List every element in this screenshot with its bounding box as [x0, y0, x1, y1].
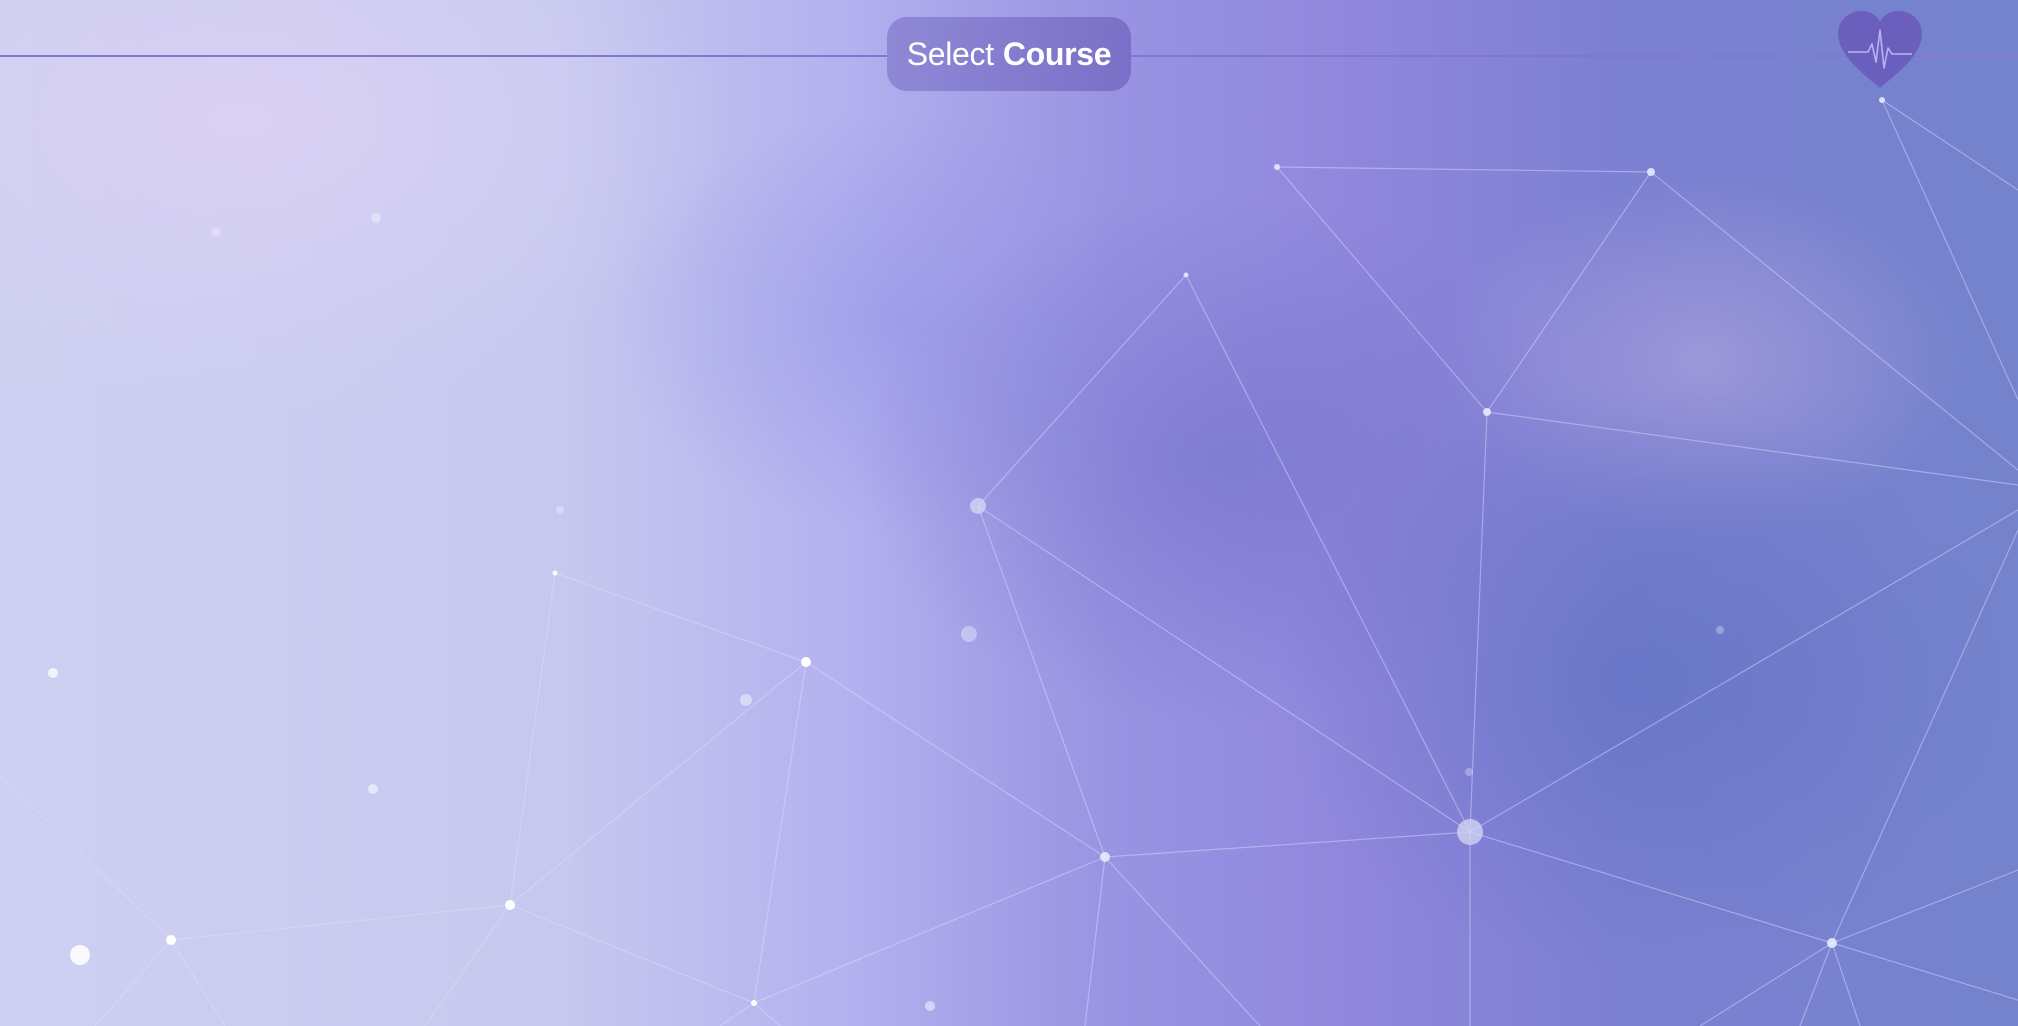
heart-pulse-icon: [1838, 11, 1922, 88]
constellation-network: [0, 97, 2018, 1026]
select-course-title: Select Course: [887, 17, 1131, 91]
title-prefix: Select: [906, 35, 994, 72]
title-emphasis: Course: [1002, 35, 1112, 72]
